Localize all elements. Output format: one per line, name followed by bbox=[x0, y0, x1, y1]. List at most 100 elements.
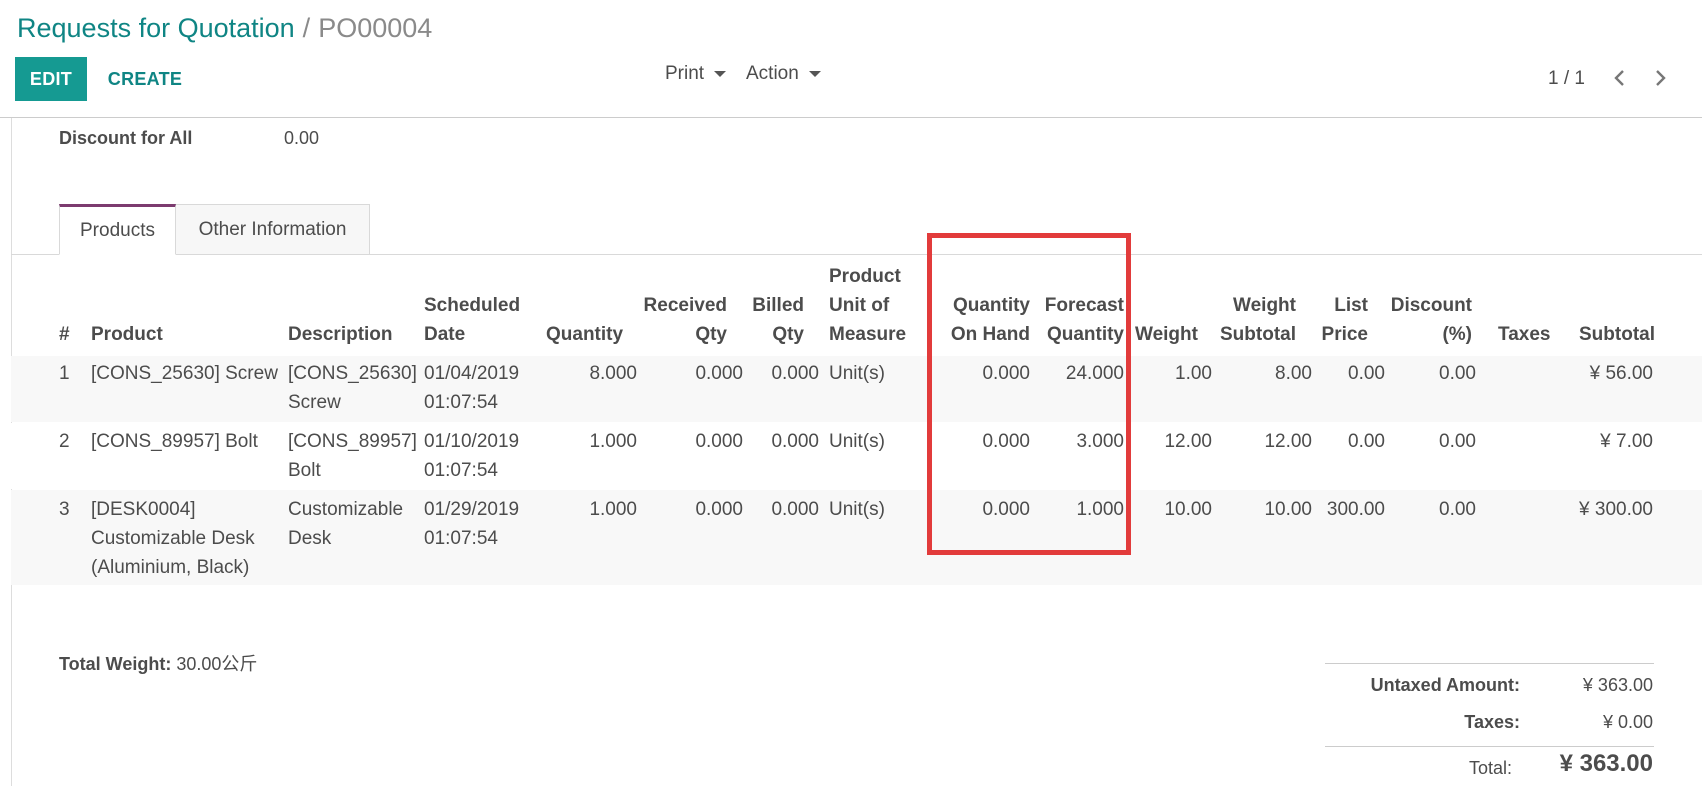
row-list-price: 300.00 bbox=[1326, 499, 1385, 520]
row-received-qty: 0.000 bbox=[695, 431, 743, 452]
row-description-line1: Customizable bbox=[288, 499, 404, 520]
pager-value[interactable]: 1 / 1 bbox=[1548, 68, 1585, 90]
column-list-price-line1: List bbox=[1334, 295, 1368, 316]
column-discount-line2: (%) bbox=[1442, 324, 1472, 345]
row-billed-qty: 0.000 bbox=[771, 431, 819, 452]
column-discount[interactable]: Discount (%) bbox=[1380, 291, 1472, 349]
column-billed-qty[interactable]: Billed Qty bbox=[740, 291, 804, 349]
column-number[interactable]: # bbox=[59, 320, 70, 349]
row-quantity: 1.000 bbox=[589, 499, 637, 520]
breadcrumb: Requests for Quotation / PO00004 bbox=[17, 13, 432, 44]
row-subtotal: ¥ 56.00 bbox=[1589, 363, 1653, 384]
row-scheduled-date: 01/29/2019 01:07:54 bbox=[424, 495, 519, 553]
row-received-qty: 0.000 bbox=[695, 499, 743, 520]
row-quantity: 8.000 bbox=[589, 363, 637, 384]
total-weight: Total Weight: 30.00公斤 bbox=[59, 650, 257, 676]
row-scheduled-date-line1: 01/04/2019 bbox=[424, 363, 520, 384]
row-description-line1: [CONS_25630] bbox=[288, 363, 417, 384]
row-scheduled-date: 01/04/2019 01:07:54 bbox=[424, 359, 519, 417]
row-weight-subtotal: 10.00 bbox=[1264, 499, 1312, 520]
tab-other-information[interactable]: Other Information bbox=[176, 204, 370, 255]
row-scheduled-date-line1: 01/10/2019 bbox=[424, 431, 520, 452]
breadcrumb-parent-link[interactable]: Requests for Quotation bbox=[17, 13, 295, 43]
edit-button[interactable]: EDIT bbox=[15, 57, 87, 101]
row-number: 3 bbox=[59, 499, 70, 520]
total-value: ¥ 363.00 bbox=[1559, 750, 1653, 777]
taxes-value: ¥ 0.00 bbox=[1602, 712, 1653, 732]
row-product: [CONS_25630] Screw bbox=[91, 363, 278, 384]
row-list-price: 0.00 bbox=[1348, 431, 1385, 452]
row-scheduled-date: 01/10/2019 01:07:54 bbox=[424, 427, 519, 485]
row-scheduled-date-line1: 01/29/2019 bbox=[424, 499, 520, 520]
tab-products[interactable]: Products bbox=[59, 204, 176, 255]
row-scheduled-date-line2: 01:07:54 bbox=[424, 528, 498, 549]
chevron-left-icon[interactable] bbox=[1608, 66, 1632, 90]
row-quantity: 1.000 bbox=[589, 431, 637, 452]
column-description[interactable]: Description bbox=[288, 320, 393, 349]
column-taxes[interactable]: Taxes bbox=[1498, 320, 1550, 349]
column-scheduled-date[interactable]: Scheduled Date bbox=[424, 291, 520, 349]
row-product-line3: (Aluminium, Black) bbox=[91, 557, 250, 578]
row-description-line2: Desk bbox=[288, 528, 332, 549]
column-uom-line2: Unit of bbox=[829, 295, 890, 316]
caret-down-icon bbox=[714, 71, 727, 77]
column-list-price[interactable]: List Price bbox=[1310, 291, 1368, 349]
column-unit-of-measure[interactable]: Product Unit of Measure bbox=[829, 262, 906, 349]
column-quantity[interactable]: Quantity bbox=[546, 320, 623, 349]
column-weight[interactable]: Weight bbox=[1135, 320, 1198, 349]
row-received-qty: 0.000 bbox=[695, 363, 743, 384]
row-description: [CONS_25630] Screw bbox=[288, 359, 417, 417]
column-received-qty-line1: Received bbox=[643, 295, 727, 316]
totals-top-divider bbox=[1325, 663, 1654, 664]
action-dropdown[interactable]: Action bbox=[746, 63, 821, 85]
column-weight-subtotal[interactable]: Weight Subtotal bbox=[1210, 291, 1296, 349]
column-weight-subtotal-line2: Subtotal bbox=[1220, 324, 1296, 345]
column-list-price-line2: Price bbox=[1321, 324, 1368, 345]
total-label: Total: bbox=[1468, 758, 1512, 778]
column-subtotal[interactable]: Subtotal bbox=[1560, 320, 1655, 349]
totals-bottom-divider bbox=[1325, 746, 1654, 747]
row-subtotal: ¥ 300.00 bbox=[1579, 499, 1653, 520]
column-billed-qty-line2: Qty bbox=[772, 324, 804, 345]
row-subtotal: ¥ 7.00 bbox=[1600, 431, 1653, 452]
row-billed-qty: 0.000 bbox=[771, 363, 819, 384]
column-billed-qty-line1: Billed bbox=[752, 295, 804, 316]
total-weight-label: Total Weight: bbox=[59, 654, 172, 674]
column-product[interactable]: Product bbox=[91, 320, 163, 349]
highlight-box bbox=[927, 233, 1131, 555]
row-description-line2: Bolt bbox=[288, 460, 321, 481]
taxes-label: Taxes: bbox=[1464, 712, 1520, 732]
row-product: [CONS_89957] Bolt bbox=[91, 431, 258, 452]
row-description: Customizable Desk bbox=[288, 495, 403, 553]
discount-for-all-label: Discount for All bbox=[59, 128, 193, 148]
untaxed-amount-label: Untaxed Amount: bbox=[1370, 675, 1520, 695]
untaxed-amount-value: ¥ 363.00 bbox=[1582, 675, 1653, 695]
column-scheduled-date-line1: Scheduled bbox=[424, 295, 521, 316]
chevron-right-icon[interactable] bbox=[1648, 66, 1672, 90]
column-uom-line1: Product bbox=[829, 266, 901, 287]
row-billed-qty: 0.000 bbox=[771, 499, 819, 520]
row-description: [CONS_89957] Bolt bbox=[288, 427, 417, 485]
row-unit-of-measure: Unit(s) bbox=[829, 363, 885, 384]
column-uom-line3: Measure bbox=[829, 324, 907, 345]
row-discount: 0.00 bbox=[1439, 499, 1476, 520]
column-received-qty[interactable]: Received Qty bbox=[630, 291, 727, 349]
row-discount: 0.00 bbox=[1439, 363, 1476, 384]
row-product-line2: Customizable Desk bbox=[91, 528, 255, 549]
column-scheduled-date-line2: Date bbox=[424, 324, 466, 345]
row-description-line1: [CONS_89957] bbox=[288, 431, 417, 452]
row-list-price: 0.00 bbox=[1348, 363, 1385, 384]
row-weight: 12.00 bbox=[1164, 431, 1212, 452]
caret-down-icon bbox=[808, 71, 821, 77]
row-unit-of-measure: Unit(s) bbox=[829, 431, 885, 452]
breadcrumb-current: PO00004 bbox=[318, 13, 433, 43]
print-dropdown[interactable]: Print bbox=[665, 63, 727, 85]
discount-for-all-value: 0.00 bbox=[284, 128, 320, 148]
breadcrumb-separator: / bbox=[302, 13, 311, 43]
row-scheduled-date-line2: 01:07:54 bbox=[424, 392, 498, 413]
create-button[interactable]: CREATE bbox=[98, 57, 192, 101]
row-scheduled-date-line2: 01:07:54 bbox=[424, 460, 498, 481]
column-weight-subtotal-line1: Weight bbox=[1233, 295, 1296, 316]
row-weight-subtotal: 12.00 bbox=[1264, 431, 1312, 452]
row-unit-of-measure: Unit(s) bbox=[829, 499, 885, 520]
